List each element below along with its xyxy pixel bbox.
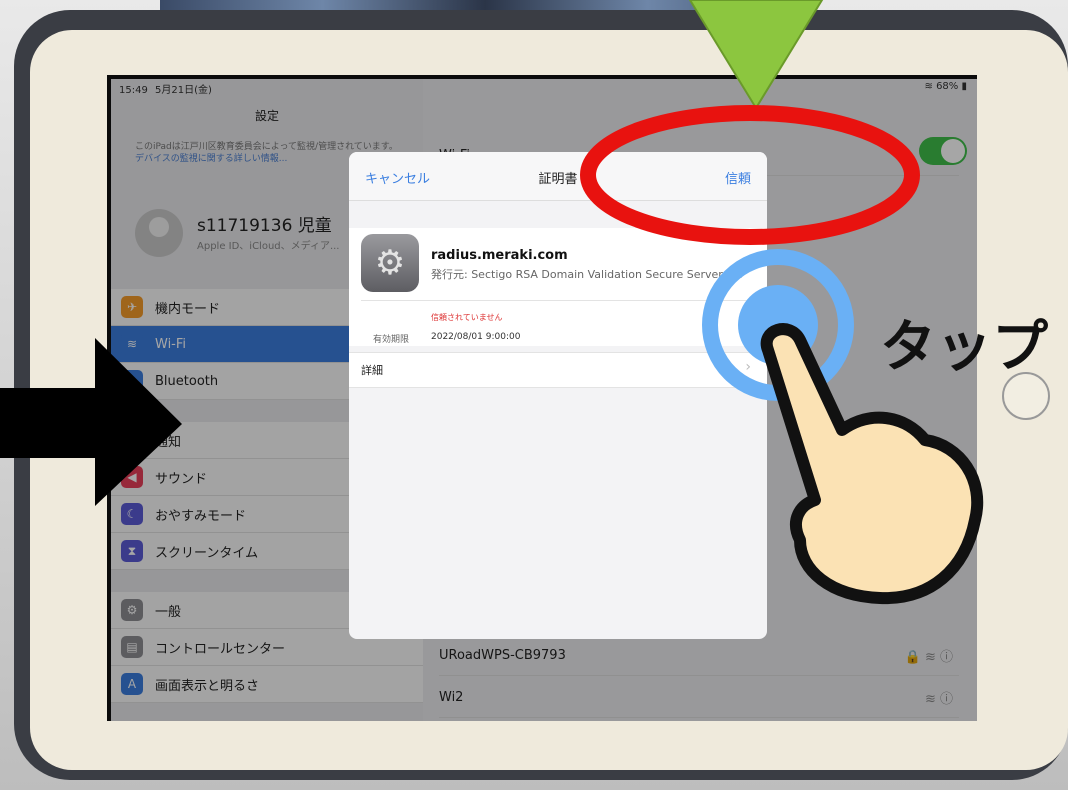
certificate-issuer: 発行元: Sectigo RSA Domain Validation Secur… (431, 268, 742, 281)
details-row[interactable]: 詳細 › (349, 352, 767, 388)
details-label: 詳細 (361, 364, 383, 377)
certificate-settings-icon: ⚙ (361, 234, 419, 292)
chevron-right-icon: › (745, 359, 751, 375)
untrusted-warning: 信頼されていません (431, 313, 503, 322)
certificate-domain: radius.meraki.com (431, 248, 568, 263)
trust-button[interactable]: 信頼 (725, 168, 751, 187)
expiry-label: 有効期限 (373, 335, 410, 345)
dialog-header: キャンセル 証明書 信頼 (349, 152, 767, 201)
ipad-screen: 15:49 5月21日(金) 設定 このiPadは江戸川区教育委員会によって監視… (107, 75, 977, 721)
expiry-value: 2022/08/01 9:00:00 (431, 332, 521, 342)
dialog-title: 証明書 (538, 172, 578, 187)
certificate-dialog: キャンセル 証明書 信頼 ⚙ radius.meraki.com 発行元: Se… (349, 152, 767, 639)
tap-instruction-label: タップ (880, 315, 1048, 380)
